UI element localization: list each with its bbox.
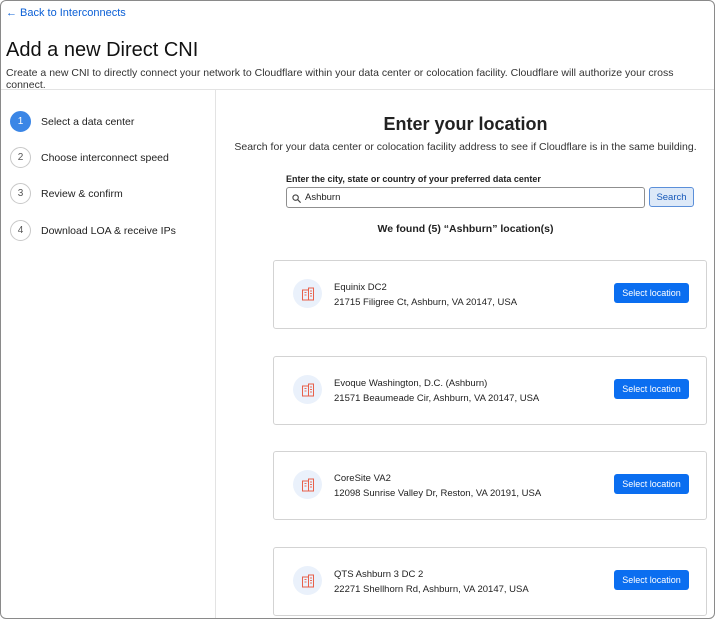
step-review-confirm: 3 Review & confirm — [10, 183, 123, 204]
step-label: Choose interconnect speed — [41, 151, 169, 164]
step-download-loa: 4 Download LOA & receive IPs — [10, 220, 176, 241]
back-link-label: Back to Interconnects — [20, 7, 126, 19]
select-location-button[interactable]: Select location — [614, 570, 689, 590]
search-field-label: Enter the city, state or country of your… — [286, 174, 541, 184]
location-name: CoreSite VA2 — [334, 473, 391, 484]
section-title: Enter your location — [383, 114, 548, 134]
location-card: Equinix DC2 21715 Filigree Ct, Ashburn, … — [273, 260, 707, 329]
building-icon — [293, 375, 322, 404]
section-description: Search for your data center or colocatio… — [234, 141, 697, 153]
step-select-data-center: 1 Select a data center — [10, 111, 134, 132]
location-card: CoreSite VA2 12098 Sunrise Valley Dr, Re… — [273, 451, 707, 520]
arrow-left-icon: ← — [6, 7, 17, 19]
back-to-interconnects-link[interactable]: ← Back to Interconnects — [6, 7, 126, 19]
steps-sidebar: 1 Select a data center 2 Choose intercon… — [1, 90, 216, 618]
building-icon — [293, 566, 322, 595]
location-card: QTS Ashburn 3 DC 2 22271 Shellhorn Rd, A… — [273, 547, 707, 616]
building-icon — [293, 279, 322, 308]
step-label: Download LOA & receive IPs — [41, 224, 176, 237]
step-label: Select a data center — [41, 115, 135, 128]
page-frame: ← Back to Interconnects Add a new Direct… — [0, 0, 715, 619]
page-subtitle: Create a new CNI to directly connect you… — [6, 67, 674, 91]
results-count: We found (5) “Ashburn” location(s) — [377, 223, 554, 235]
location-address: 21571 Beaumeade Cir, Ashburn, VA 20147, … — [334, 393, 540, 404]
location-card: Evoque Washington, D.C. (Ashburn) 21571 … — [273, 356, 707, 425]
select-location-button[interactable]: Select location — [614, 474, 689, 494]
location-name: QTS Ashburn 3 DC 2 — [334, 569, 424, 580]
select-location-button[interactable]: Select location — [614, 283, 689, 303]
step-number-badge: 3 — [10, 183, 31, 204]
select-location-button[interactable]: Select location — [614, 379, 689, 399]
step-choose-interconnect-speed: 2 Choose interconnect speed — [10, 147, 169, 168]
location-address: 12098 Sunrise Valley Dr, Reston, VA 2019… — [334, 488, 542, 499]
step-number-badge: 2 — [10, 147, 31, 168]
location-search-input[interactable] — [286, 187, 645, 208]
step-label: Review & confirm — [41, 187, 123, 200]
search-button[interactable]: Search — [649, 187, 694, 207]
step-number-badge: 1 — [10, 111, 31, 132]
location-name: Equinix DC2 — [334, 282, 387, 293]
location-name: Evoque Washington, D.C. (Ashburn) — [334, 378, 488, 389]
step-number-badge: 4 — [10, 220, 31, 241]
main-panel: Enter your location Search for your data… — [217, 90, 714, 618]
location-address: 22271 Shellhorn Rd, Ashburn, VA 20147, U… — [334, 584, 529, 595]
location-address: 21715 Filigree Ct, Ashburn, VA 20147, US… — [334, 297, 518, 308]
search-icon — [292, 194, 301, 203]
building-icon — [293, 470, 322, 499]
page-title: Add a new Direct CNI — [6, 39, 199, 61]
